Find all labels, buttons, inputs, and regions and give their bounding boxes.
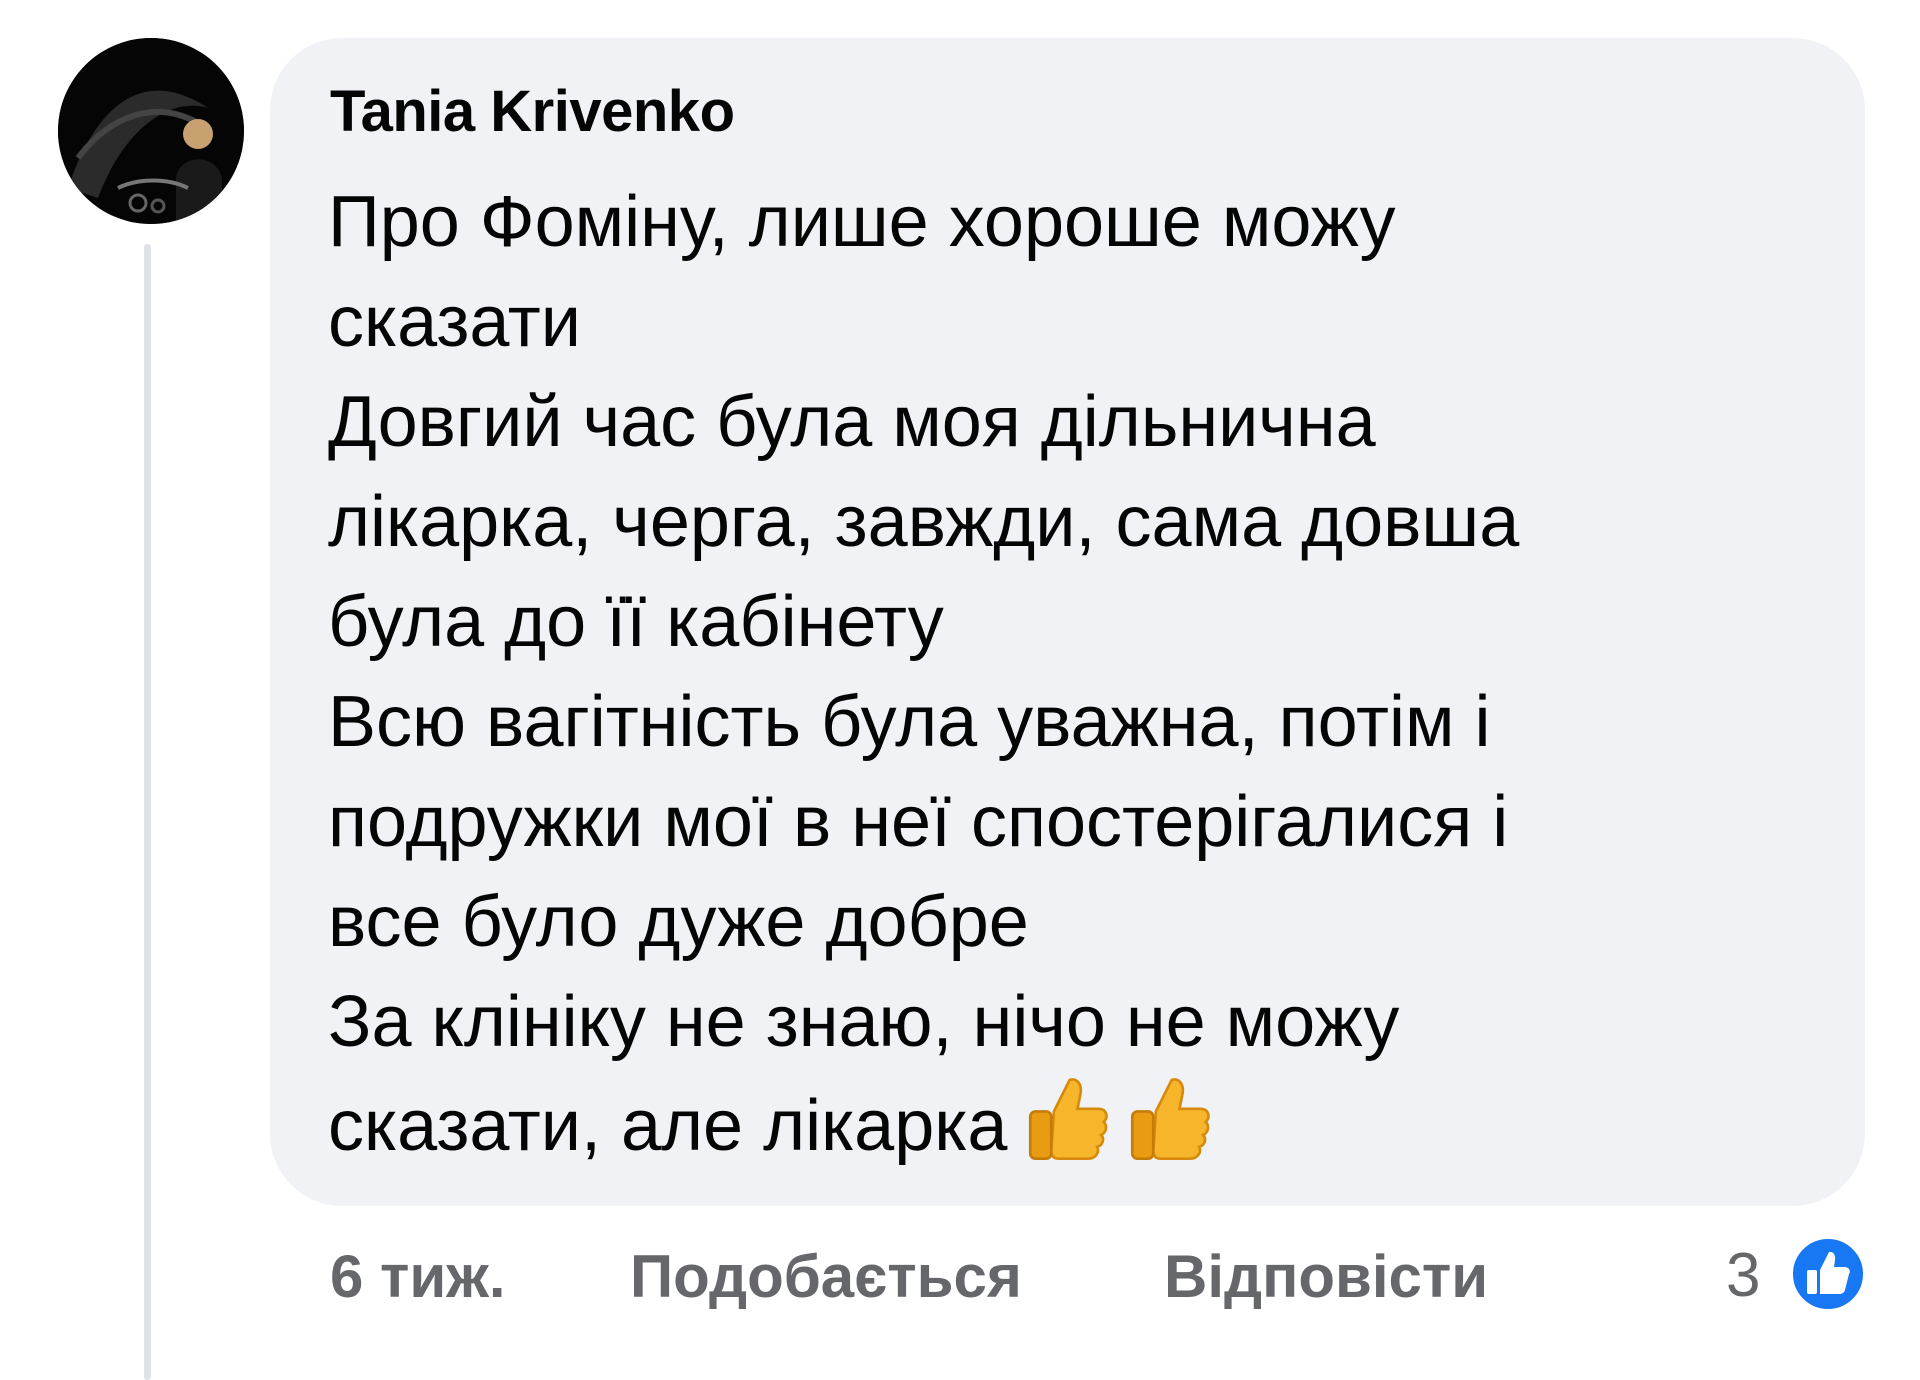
comment-line: Про Фоміну, лише хороше можу bbox=[328, 182, 1396, 262]
reply-button[interactable]: Відповісти bbox=[1164, 1242, 1488, 1311]
thumbs-up-emoji-icon bbox=[1029, 1078, 1109, 1160]
like-button[interactable]: Подобається bbox=[630, 1242, 1022, 1311]
thumbs-up-emoji-icon bbox=[1131, 1078, 1211, 1160]
comment-author[interactable]: Tania Krivenko bbox=[330, 78, 735, 145]
comment-last-line: сказати, але лікарка bbox=[328, 1072, 1808, 1176]
comment-line: лікарка, черга, завжди, сама довша bbox=[328, 482, 1520, 562]
reaction-count: 3 bbox=[1726, 1241, 1761, 1310]
comment-line: Всю вагітність була уважна, потім і bbox=[328, 682, 1491, 762]
avatar[interactable] bbox=[58, 38, 244, 224]
comment-line: була до її кабінету bbox=[328, 582, 944, 662]
avatar-image bbox=[58, 38, 244, 224]
comment-page: Tania Krivenko Про Фоміну, лише хороше м… bbox=[0, 0, 1920, 1380]
comment-line: все було дуже добре bbox=[328, 882, 1029, 962]
comment-line: сказати, але лікарка bbox=[328, 1086, 1008, 1166]
comment-line: Довгий час була моя дільнична bbox=[328, 382, 1376, 462]
comment-line: За клініку не знаю, нічо не можу bbox=[328, 982, 1400, 1062]
comment-line: сказати bbox=[328, 282, 581, 362]
like-icon bbox=[1789, 1235, 1867, 1313]
comment-timestamp[interactable]: 6 тиж. bbox=[330, 1242, 506, 1311]
comment-body: Про Фоміну, лише хороше можу сказати Дов… bbox=[328, 172, 1808, 1176]
reply-thread-line bbox=[144, 244, 151, 1380]
comment-line: подружки мої в неї спостерігалися і bbox=[328, 782, 1509, 862]
